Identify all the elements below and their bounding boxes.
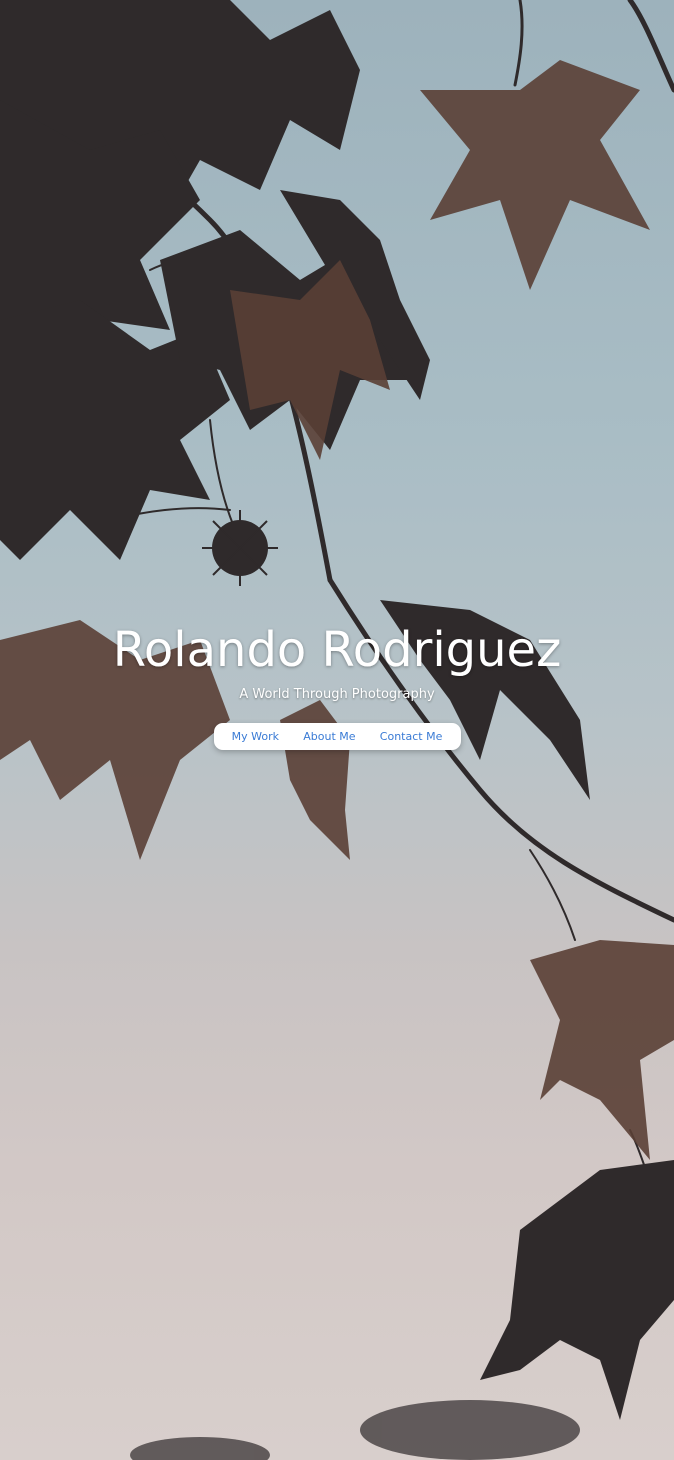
- site-title: Rolando Rodriguez: [112, 622, 562, 678]
- hero-content: Rolando Rodriguez A World Through Photog…: [0, 618, 674, 750]
- site-tagline: A World Through Photography: [239, 687, 435, 702]
- nav-link-about-me[interactable]: About Me: [303, 730, 355, 743]
- main-navigation: My Work About Me Contact Me: [213, 723, 461, 750]
- nav-link-contact-me[interactable]: Contact Me: [380, 730, 443, 743]
- nav-link-my-work[interactable]: My Work: [232, 730, 279, 743]
